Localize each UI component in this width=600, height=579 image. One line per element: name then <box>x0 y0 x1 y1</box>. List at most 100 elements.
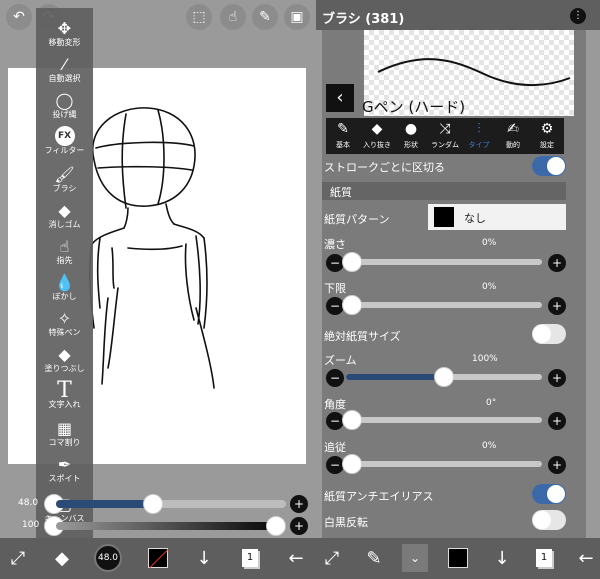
brush-icon: ✎ <box>366 547 382 569</box>
opacity-track[interactable] <box>56 522 286 530</box>
gear-icon: ⚙ <box>540 121 554 137</box>
brush-panel-title: ブラシ (381) <box>322 12 405 27</box>
taper-icon: ◆ <box>371 121 383 137</box>
tab-dynamic[interactable]: ✍ 動的 <box>496 118 530 154</box>
lower-track[interactable] <box>346 302 542 308</box>
follow-plus-button[interactable]: + <box>548 456 566 474</box>
size-plus-button[interactable]: + <box>290 495 308 513</box>
angle-plus-button[interactable]: + <box>548 412 566 430</box>
arrow-left-icon: ← <box>288 547 304 569</box>
tool-fill[interactable]: ◆ 塗りつぶし <box>36 344 93 374</box>
follow-knob[interactable] <box>342 454 362 474</box>
tool-text[interactable]: T 文字入れ <box>36 378 93 410</box>
opacity-plus-button[interactable]: + <box>290 517 308 535</box>
selection-button[interactable]: ⬚ <box>186 4 212 30</box>
tool-frame-divider[interactable]: ▦ コマ割り <box>36 418 93 448</box>
plus-icon: + <box>551 371 563 385</box>
more-options-button[interactable]: ⋮ <box>570 8 586 24</box>
brush-size-badge[interactable]: 48.0 <box>94 544 122 572</box>
tab-shape[interactable]: ● 形状 <box>394 118 428 154</box>
follow-label: 追従 <box>324 441 346 454</box>
tool-magic-wand[interactable]: ⁄ 自動選択 <box>36 54 93 84</box>
back-arrow-button[interactable]: ← <box>282 544 310 572</box>
brush-size-knob[interactable] <box>142 494 163 514</box>
minus-icon: − <box>329 458 341 472</box>
tab-taper[interactable]: ◆ 入り抜き <box>360 118 394 154</box>
lower-value: 0% <box>482 282 497 292</box>
eraser-quick-button[interactable]: ◆ <box>48 544 76 572</box>
zoom-label: ズーム <box>324 354 357 367</box>
tool-eraser[interactable]: ◆ 消しゴム <box>36 200 93 230</box>
more-vertical-icon: ⋮ <box>573 10 583 21</box>
tab-type[interactable]: ⫶ タイプ <box>462 118 496 154</box>
fill-icon: ◆ <box>58 344 71 364</box>
color-swatch <box>148 548 169 569</box>
paper-pattern-selector[interactable]: なし <box>428 204 566 230</box>
paper-pattern-value: なし <box>464 212 486 225</box>
layer-down-button-right[interactable]: ↓ <box>488 544 516 572</box>
tab-settings[interactable]: ⚙ 設定 <box>530 118 564 154</box>
image-button[interactable]: ▣ <box>284 4 310 30</box>
invert-toggle[interactable] <box>532 510 566 530</box>
undo-button[interactable]: ↶ <box>6 4 32 30</box>
zoom-fill <box>346 374 444 380</box>
brush-size-fill <box>56 500 153 508</box>
angle-track[interactable] <box>346 417 542 423</box>
brush-size-slider-row: 48.0 + <box>0 494 316 514</box>
shuffle-icon: ⤨ <box>439 121 451 137</box>
zoom-plus-button[interactable]: + <box>548 369 566 387</box>
type-icon: ⫶ <box>477 121 481 137</box>
lasso-icon: ◯ <box>55 90 74 110</box>
selection-icon: ⬚ <box>192 9 206 25</box>
toggle-knob <box>533 511 551 529</box>
zoom-knob[interactable] <box>434 367 454 387</box>
transform-button-right[interactable]: ⤢ <box>318 544 346 572</box>
tool-blur[interactable]: 💧 ぼかし <box>36 272 93 302</box>
brush-icon: 🖌 <box>54 164 75 184</box>
antialias-toggle[interactable] <box>532 484 566 504</box>
brush-panel-header: ブラシ (381) ⋮ <box>316 0 600 30</box>
back-arrow-button-right[interactable]: ← <box>572 544 600 572</box>
dynamic-icon: ✍ <box>507 121 519 137</box>
absolute-size-toggle[interactable] <box>532 324 566 344</box>
pen-settings-button[interactable]: ✎ <box>252 4 278 30</box>
density-knob[interactable] <box>342 252 362 272</box>
tool-palette: ✥ 移動変形 ⁄ 自動選択 ◯ 投げ縄 FX フィルター 🖌 ブラシ ◆ 消しゴ… <box>36 8 93 538</box>
layers-button-right[interactable]: 1 <box>530 544 558 572</box>
brush-quick-button[interactable]: ✎ <box>360 544 388 572</box>
color-button[interactable] <box>144 544 172 572</box>
tool-lasso[interactable]: ◯ 投げ縄 <box>36 90 93 120</box>
plus-icon: + <box>551 414 563 428</box>
tool-brush[interactable]: 🖌 ブラシ <box>36 164 93 194</box>
density-plus-button[interactable]: + <box>548 254 566 272</box>
antialias-label: 紙質アンチエイリアス <box>324 490 434 503</box>
collapse-panel-button[interactable]: ⌄ <box>402 544 428 572</box>
gesture-button[interactable]: ☝ <box>220 4 246 30</box>
opacity-knob[interactable] <box>266 516 286 536</box>
tab-basic[interactable]: ✎ 基本 <box>326 118 360 154</box>
eraser-icon: ◆ <box>58 200 71 220</box>
zoom-minus-button[interactable]: − <box>326 369 344 387</box>
color-button-right[interactable] <box>444 544 472 572</box>
arrow-down-icon: ↓ <box>196 547 212 569</box>
tool-eyedropper[interactable]: ✒ スポイト <box>36 454 93 484</box>
image-icon: ▣ <box>290 9 304 25</box>
transform-button[interactable]: ⤢ <box>4 544 32 572</box>
stroke-cut-toggle[interactable] <box>532 156 566 176</box>
paper-pattern-swatch <box>434 207 454 227</box>
brush-size-value: 48.0 <box>18 498 39 508</box>
tool-filter[interactable]: FX フィルター <box>36 126 93 156</box>
brush-back-button[interactable]: ‹ <box>326 84 354 112</box>
layers-button[interactable]: 1 <box>236 544 264 572</box>
tool-special-pen[interactable]: ✧ 特殊ペン <box>36 308 93 338</box>
density-track[interactable] <box>346 259 542 265</box>
angle-knob[interactable] <box>342 410 362 430</box>
stroke-cut-label: ストロークごとに区切る <box>324 161 445 174</box>
tab-random[interactable]: ⤨ ランダム <box>428 118 462 154</box>
follow-track[interactable] <box>346 461 542 467</box>
lower-knob[interactable] <box>342 295 362 315</box>
layer-down-button[interactable]: ↓ <box>190 544 218 572</box>
tool-move[interactable]: ✥ 移動変形 <box>36 18 93 48</box>
tool-finger[interactable]: ☝ 指先 <box>36 236 93 266</box>
lower-plus-button[interactable]: + <box>548 297 566 315</box>
